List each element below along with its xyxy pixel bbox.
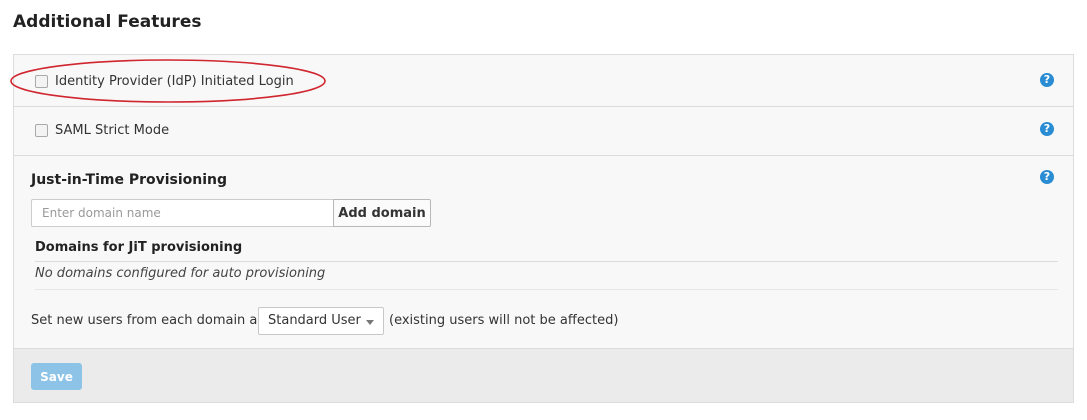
idp-login-row: Identity Provider (IdP) Initiated Login …	[10, 55, 1073, 107]
question-circle-icon[interactable]: ?	[1040, 122, 1054, 136]
saml-strict-row: SAML Strict Mode ?	[14, 107, 1073, 156]
role-select[interactable]: Standard User	[258, 307, 384, 335]
idp-login-checkbox[interactable]	[35, 75, 48, 88]
additional-features-panel: Identity Provider (IdP) Initiated Login …	[10, 54, 1074, 403]
set-users-suffix: (existing users will not be affected)	[389, 313, 619, 328]
domain-input[interactable]	[31, 199, 334, 227]
saml-strict-checkbox[interactable]	[35, 124, 48, 137]
idp-login-label[interactable]: Identity Provider (IdP) Initiated Login	[55, 74, 294, 89]
panel-footer: Save	[14, 349, 1073, 402]
section-title: Additional Features	[13, 12, 202, 32]
set-users-prefix: Set new users from each domain as	[31, 313, 265, 328]
jit-title: Just-in-Time Provisioning	[31, 172, 228, 188]
domains-empty-message: No domains configured for auto provision…	[35, 262, 1058, 290]
saml-strict-label[interactable]: SAML Strict Mode	[55, 123, 169, 138]
role-select-value: Standard User	[268, 313, 361, 328]
chevron-down-icon	[366, 320, 374, 325]
question-circle-icon[interactable]: ?	[1040, 73, 1054, 87]
domains-list-header: Domains for JiT provisioning	[35, 240, 1058, 262]
jit-provisioning-section: Just-in-Time Provisioning ? Add domain D…	[14, 156, 1073, 349]
save-button[interactable]: Save	[31, 363, 82, 390]
question-circle-icon[interactable]: ?	[1040, 170, 1054, 184]
add-domain-button[interactable]: Add domain	[333, 199, 431, 227]
